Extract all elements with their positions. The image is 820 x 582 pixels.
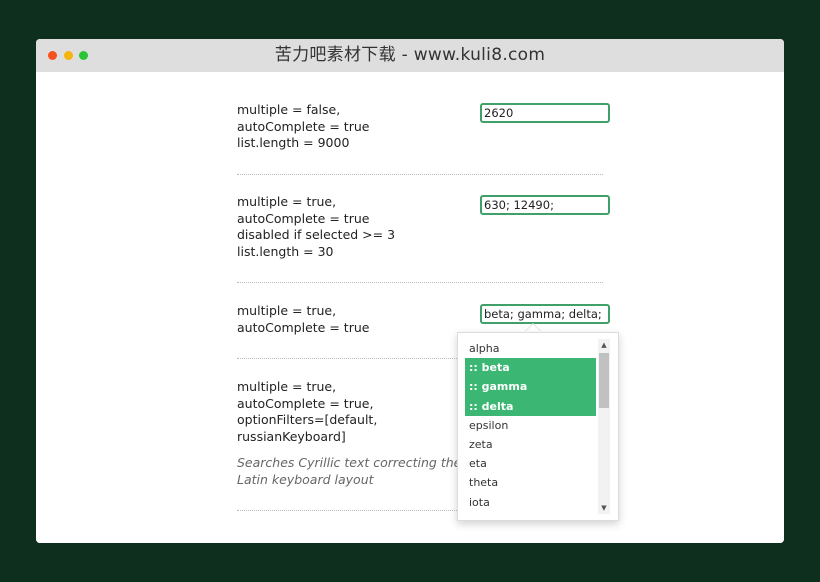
example-2-line-1: multiple = true, bbox=[237, 194, 337, 209]
example-4-note-line-1: Searches Cyrillic text correcting the bbox=[237, 455, 462, 470]
option-iota[interactable]: iota bbox=[465, 493, 596, 512]
example-2-description: multiple = true, autoComplete = true dis… bbox=[237, 194, 395, 260]
divider bbox=[237, 174, 603, 175]
example-4-note: Searches Cyrillic text correcting the La… bbox=[237, 455, 461, 488]
option-theta[interactable]: theta bbox=[465, 473, 596, 492]
example-4-note-line-2: Latin keyboard layout bbox=[237, 471, 374, 487]
dropdown-scrollbar[interactable]: ▲ ▼ bbox=[598, 339, 610, 514]
option-zeta[interactable]: zeta bbox=[465, 435, 596, 454]
option-epsilon[interactable]: epsilon bbox=[465, 416, 596, 435]
option-eta[interactable]: eta bbox=[465, 454, 596, 473]
example-2-line-3: disabled if selected >= 3 bbox=[237, 227, 396, 242]
option-alpha[interactable]: alpha bbox=[465, 339, 596, 358]
example-3-line-2: autoComplete = true bbox=[237, 319, 370, 335]
option-delta[interactable]: :: delta bbox=[465, 396, 596, 416]
example-1-line-3: list.length = 9000 bbox=[237, 135, 350, 150]
example-1-select-input[interactable]: 2620 bbox=[480, 103, 610, 123]
chevron-up-icon[interactable]: ▲ bbox=[598, 339, 610, 351]
options-list: alpha :: beta :: gamma :: delta epsilon … bbox=[465, 339, 596, 512]
dropdown-caret bbox=[525, 324, 541, 332]
page-content: multiple = false, autoComplete = true li… bbox=[36, 72, 784, 543]
browser-window: 苦力吧素材下载 - www.kuli8.com multiple = false… bbox=[36, 39, 784, 543]
window-title: 苦力吧素材下载 - www.kuli8.com bbox=[274, 45, 546, 65]
example-3-description: multiple = true, autoComplete = true bbox=[237, 303, 369, 336]
example-3-select-input[interactable]: beta; gamma; delta; bbox=[480, 304, 610, 324]
example-2-select-input[interactable]: 630; 12490; bbox=[480, 195, 610, 215]
scrollbar-thumb[interactable] bbox=[599, 353, 609, 408]
example-2-line-2: autoComplete = true bbox=[237, 210, 370, 226]
example-4-line-4: russianKeyboard] bbox=[237, 428, 346, 444]
example-3-line-1: multiple = true, bbox=[237, 303, 337, 318]
example-4-line-3: optionFilters=[default, bbox=[237, 412, 378, 427]
example-1-line-1: multiple = false, bbox=[237, 102, 341, 117]
example-1-line-2: autoComplete = true bbox=[237, 118, 370, 134]
option-gamma[interactable]: :: gamma bbox=[465, 377, 596, 397]
example-4-line-1: multiple = true, bbox=[237, 379, 337, 394]
chevron-down-icon[interactable]: ▼ bbox=[598, 502, 610, 514]
option-beta[interactable]: :: beta bbox=[465, 358, 596, 378]
divider bbox=[237, 282, 603, 283]
example-1-description: multiple = false, autoComplete = true li… bbox=[237, 102, 369, 152]
example-2-line-4: list.length = 30 bbox=[237, 243, 334, 259]
options-dropdown: alpha :: beta :: gamma :: delta epsilon … bbox=[457, 332, 619, 521]
title-bar: 苦力吧素材下载 - www.kuli8.com bbox=[36, 39, 784, 72]
example-4-description: multiple = true, autoComplete = true, op… bbox=[237, 379, 461, 488]
example-4-line-2: autoComplete = true, bbox=[237, 395, 374, 411]
